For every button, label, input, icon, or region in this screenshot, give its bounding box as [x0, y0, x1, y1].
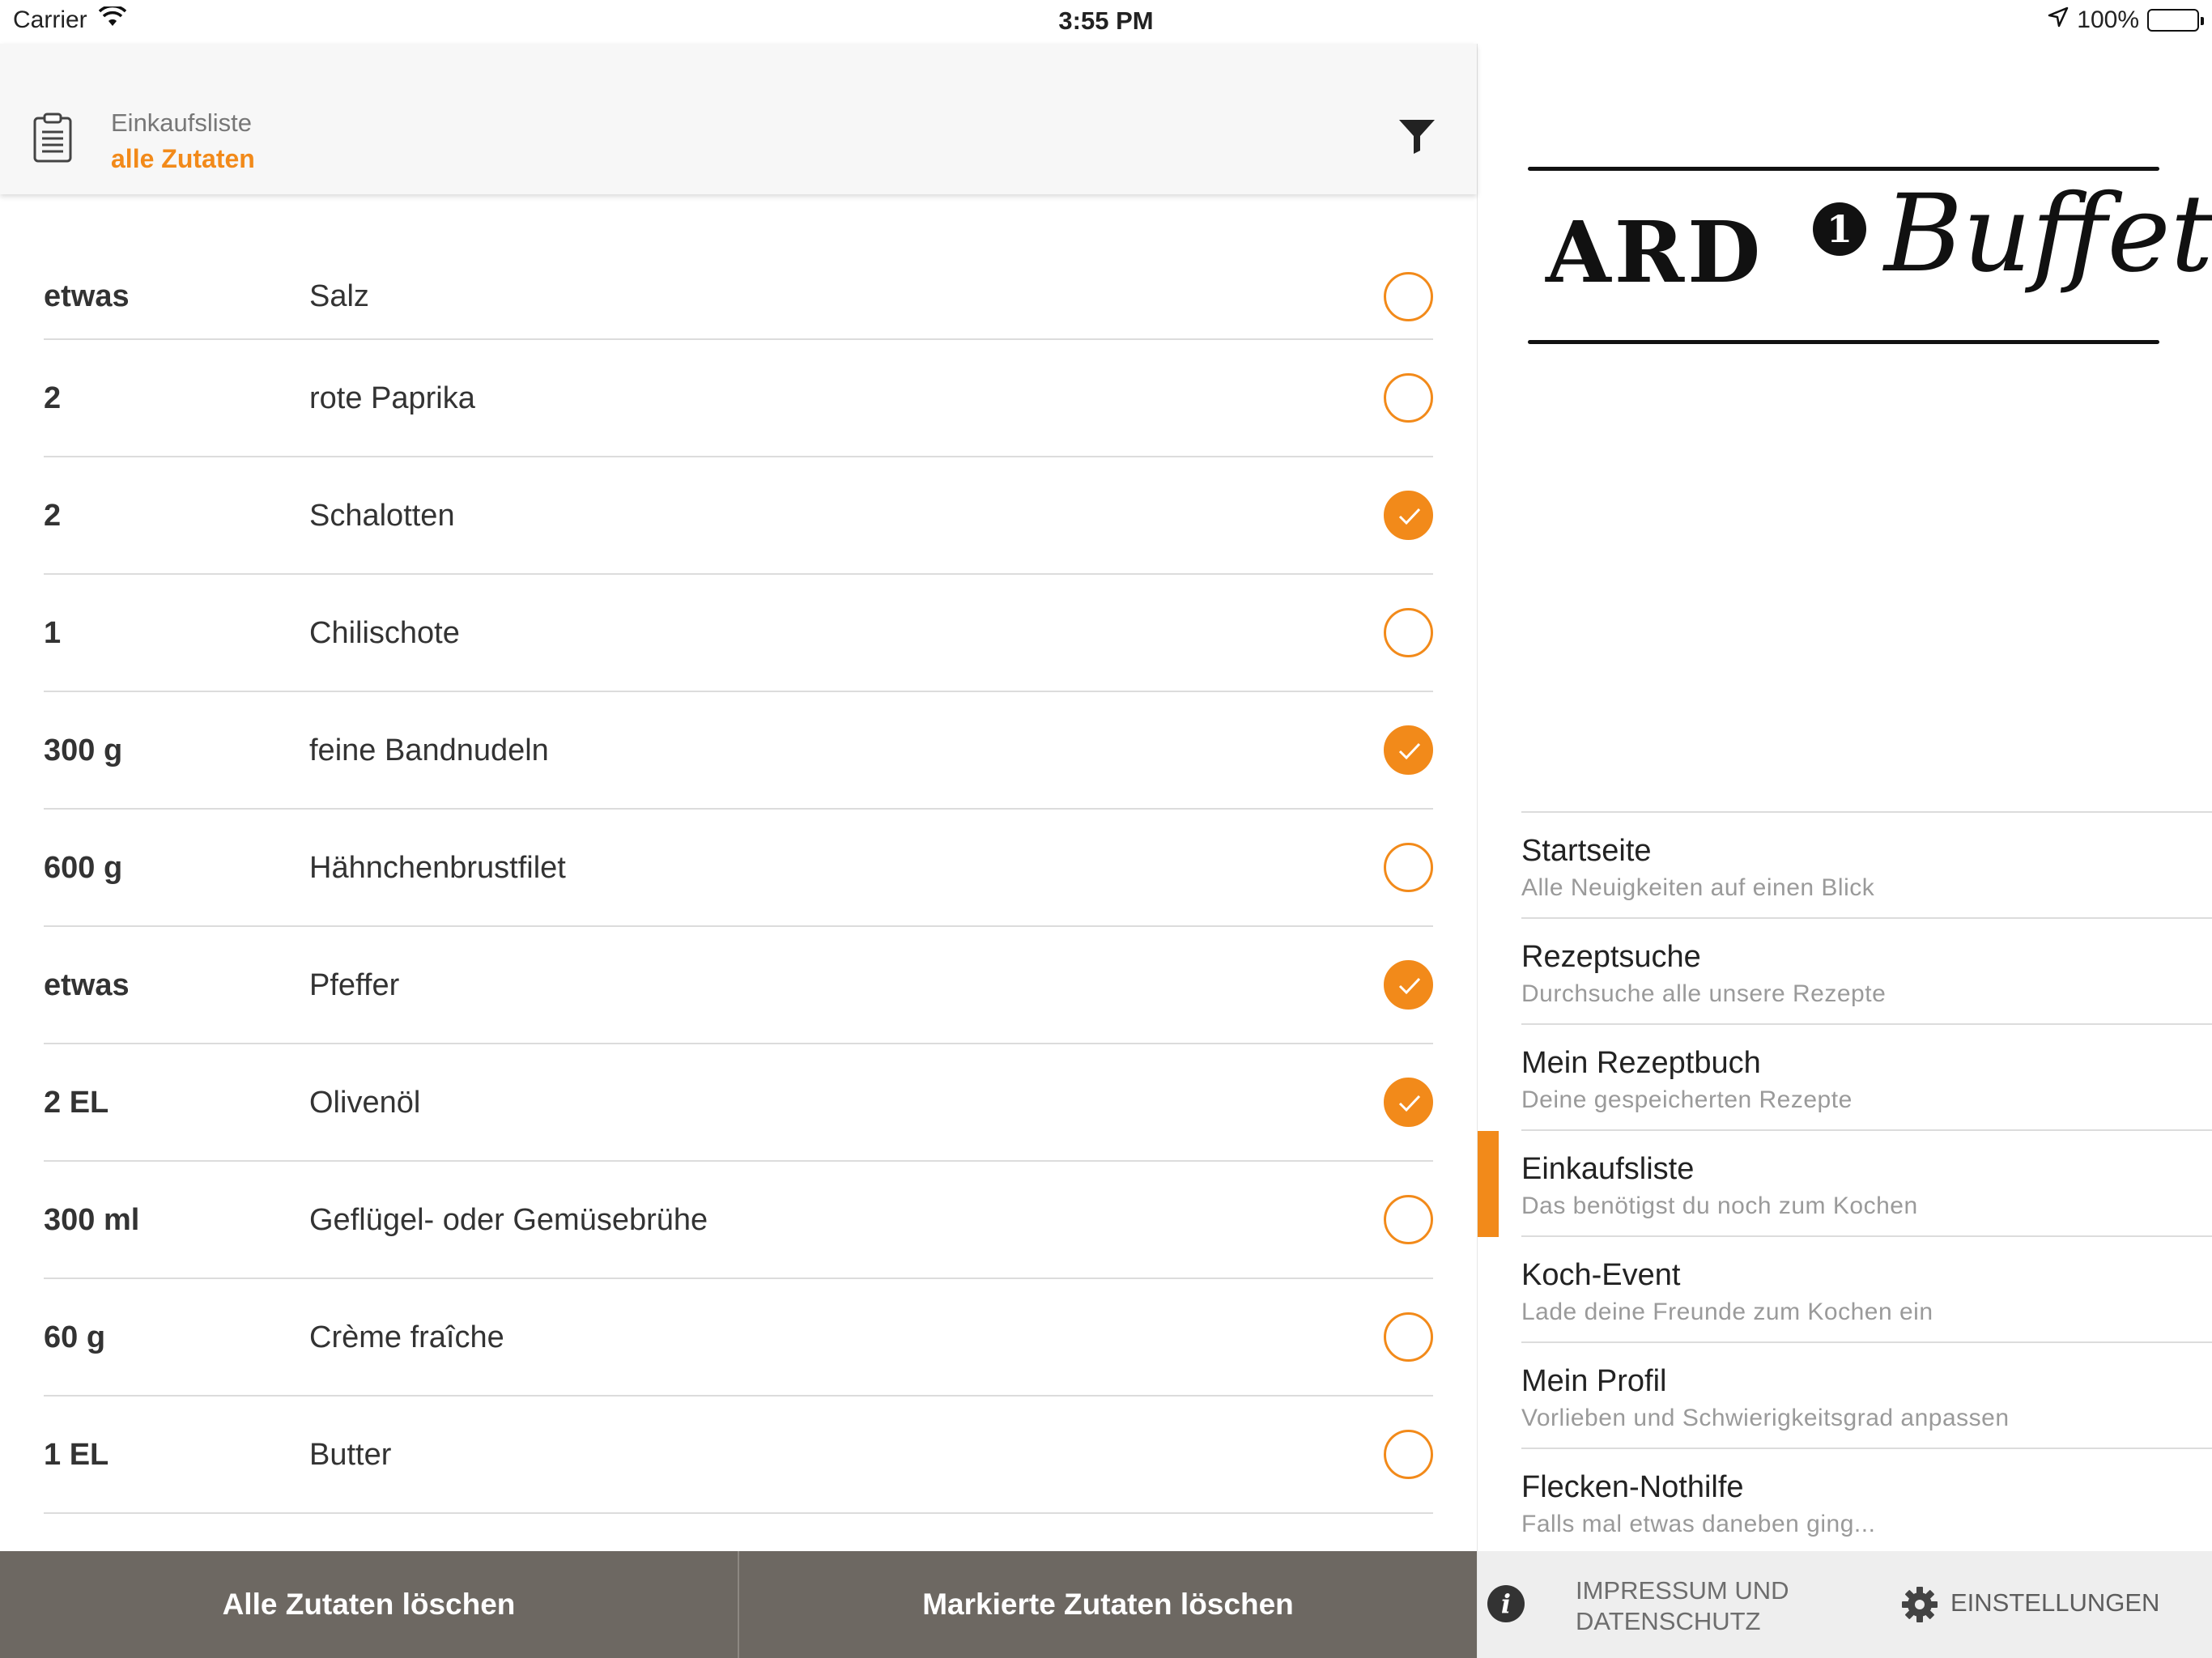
list-item[interactable]: etwas Pfeffer — [44, 927, 1433, 1044]
checkmark-icon[interactable] — [1384, 491, 1433, 540]
menu-item-title: Mein Rezeptbuch — [1521, 1046, 1761, 1080]
menu-item-startseite[interactable]: Startseite Alle Neuigkeiten auf einen Bl… — [1521, 813, 2212, 919]
ingredient-quantity: 1 — [44, 616, 62, 650]
list-item[interactable]: 2 rote Paprika — [44, 340, 1433, 457]
ingredient-name: Hähnchenbrustfilet — [309, 851, 566, 885]
clear-marked-button[interactable]: Markierte Zutaten löschen — [739, 1551, 1477, 1658]
ingredient-quantity: 600 g — [44, 851, 123, 885]
impressum-link[interactable]: IMPRESSUM UND DATENSCHUTZ — [1576, 1575, 1835, 1637]
settings-link[interactable]: EINSTELLUNGEN — [1950, 1588, 2159, 1618]
header-filter-label: alle Zutaten — [111, 144, 255, 173]
check-circle-icon[interactable] — [1384, 1195, 1433, 1244]
ard-buffet-logo: ARD 1 Buffet — [1528, 121, 2212, 344]
checkmark-icon[interactable] — [1384, 725, 1433, 775]
clipboard-icon — [32, 112, 73, 168]
menu-item-flecken-nothilfe[interactable]: Flecken-Nothilfe Falls mal etwas daneben… — [1521, 1449, 2212, 1555]
menu-item-subtitle: Alle Neuigkeiten auf einen Blick — [1521, 874, 1875, 901]
menu-item-subtitle: Lade deine Freunde zum Kochen ein — [1521, 1299, 1933, 1325]
ingredient-quantity: 60 g — [44, 1320, 106, 1354]
menu-item-title: Rezeptsuche — [1521, 940, 1701, 974]
clear-all-button[interactable]: Alle Zutaten löschen — [0, 1551, 738, 1658]
check-circle-icon[interactable] — [1384, 1312, 1433, 1362]
list-item[interactable]: 60 g Crème fraîche — [44, 1279, 1433, 1397]
list-item[interactable]: 300 g feine Bandnudeln — [44, 692, 1433, 810]
check-circle-icon[interactable] — [1384, 608, 1433, 657]
ingredient-name: Butter — [309, 1438, 392, 1472]
header-title: Einkaufsliste — [111, 108, 253, 137]
logo-buffet-text: Buffet — [1884, 172, 2212, 296]
menu-item-title: Koch-Event — [1521, 1258, 1681, 1292]
check-circle-icon[interactable] — [1384, 373, 1433, 423]
logo-top-rule — [1528, 167, 2159, 171]
ingredient-quantity: etwas — [44, 968, 130, 1002]
check-circle-icon[interactable] — [1384, 272, 1433, 321]
menu-list: Startseite Alle Neuigkeiten auf einen Bl… — [1478, 811, 2212, 1555]
list-action-bar: Alle Zutaten löschen Markierte Zutaten l… — [0, 1551, 1477, 1658]
battery-percent: 100% — [2077, 6, 2139, 33]
list-item[interactable]: 1 EL Butter — [44, 1397, 1433, 1514]
menu-item-rezeptbuch[interactable]: Mein Rezeptbuch Deine gespeicherten Reze… — [1521, 1025, 2212, 1131]
logo-bottom-rule — [1528, 340, 2159, 344]
menu-item-subtitle: Deine gespeicherten Rezepte — [1521, 1086, 1853, 1113]
battery-icon — [2147, 9, 2204, 32]
ingredient-name: Pfeffer — [309, 968, 400, 1002]
list-item[interactable]: etwas Salz — [44, 253, 1433, 340]
ingredient-quantity: 300 ml — [44, 1203, 140, 1237]
menu-item-profil[interactable]: Mein Profil Vorlieben und Schwierigkeits… — [1521, 1343, 2212, 1449]
ingredient-name: Geflügel- oder Gemüsebrühe — [309, 1203, 708, 1237]
check-circle-icon[interactable] — [1384, 843, 1433, 892]
menu-item-subtitle: Falls mal etwas daneben ging... — [1521, 1511, 1876, 1537]
check-circle-icon[interactable] — [1384, 1430, 1433, 1479]
location-arrow-icon — [2048, 6, 2069, 34]
shopping-list-pane: Einkaufsliste alle Zutaten etwas Salz 2 … — [0, 44, 1477, 1658]
logo-one-badge: 1 — [1813, 202, 1866, 256]
filter-icon[interactable] — [1397, 118, 1436, 158]
list-item[interactable]: 1 Chilischote — [44, 575, 1433, 692]
menu-item-subtitle: Das benötigst du noch zum Kochen — [1521, 1192, 1918, 1219]
side-menu: ARD 1 Buffet Startseite Alle Neuigkeiten… — [1477, 44, 2212, 1658]
ingredient-name: feine Bandnudeln — [309, 733, 549, 767]
list-item[interactable]: 2 Schalotten — [44, 457, 1433, 575]
ingredient-list: etwas Salz 2 rote Paprika 2 Schalotten 1… — [44, 253, 1433, 1514]
ingredient-name: Salz — [309, 279, 369, 313]
ingredient-quantity: etwas — [44, 279, 130, 313]
ingredient-name: Crème fraîche — [309, 1320, 504, 1354]
menu-item-subtitle: Durchsuche alle unsere Rezepte — [1521, 980, 1887, 1007]
menu-item-title: Flecken-Nothilfe — [1521, 1470, 1744, 1504]
ingredient-quantity: 2 — [44, 499, 62, 533]
ingredient-name: Schalotten — [309, 499, 455, 533]
checkmark-icon[interactable] — [1384, 1078, 1433, 1127]
menu-item-koch-event[interactable]: Koch-Event Lade deine Freunde zum Kochen… — [1521, 1237, 2212, 1343]
menu-item-einkaufsliste[interactable]: Einkaufsliste Das benötigst du noch zum … — [1478, 1131, 2212, 1237]
list-header: Einkaufsliste alle Zutaten — [0, 44, 1477, 194]
ingredient-quantity: 2 — [44, 381, 62, 415]
status-right: 100% — [2048, 6, 2204, 34]
status-bar: Carrier 3:55 PM 100% — [0, 0, 2212, 44]
ingredient-quantity: 1 EL — [44, 1438, 109, 1472]
clock: 3:55 PM — [1058, 6, 1154, 35]
list-item[interactable]: 300 ml Geflügel- oder Gemüsebrühe — [44, 1162, 1433, 1279]
list-item[interactable]: 600 g Hähnchenbrustfilet — [44, 810, 1433, 927]
menu-footer: i IMPRESSUM UND DATENSCHUTZ EINSTELLUNGE… — [1478, 1551, 2212, 1658]
ingredient-quantity: 2 EL — [44, 1086, 109, 1120]
menu-item-subtitle: Vorlieben und Schwierigkeitsgrad anpasse… — [1521, 1405, 2010, 1431]
ingredient-name: Olivenöl — [309, 1086, 421, 1120]
ingredient-quantity: 300 g — [44, 733, 123, 767]
gear-icon[interactable] — [1900, 1585, 1939, 1628]
menu-item-title: Mein Profil — [1521, 1364, 1667, 1398]
checkmark-icon[interactable] — [1384, 960, 1433, 1010]
ingredient-name: Chilischote — [309, 616, 460, 650]
logo-ard-text: ARD — [1546, 202, 1764, 302]
info-icon[interactable]: i — [1487, 1585, 1525, 1622]
menu-item-title: Startseite — [1521, 834, 1652, 868]
list-item[interactable]: 2 EL Olivenöl — [44, 1044, 1433, 1162]
ingredient-name: rote Paprika — [309, 381, 475, 415]
menu-item-rezeptsuche[interactable]: Rezeptsuche Durchsuche alle unsere Rezep… — [1521, 919, 2212, 1025]
menu-item-title: Einkaufsliste — [1521, 1152, 1695, 1186]
